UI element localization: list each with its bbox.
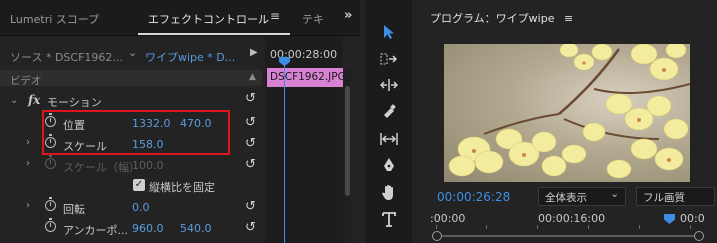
source-bar: ソース * DSCF1962... ⌄ ワイプwipe * D... ▶ (0, 46, 265, 66)
param-row-scale-width: › スケール（幅） 100.0 ↺ (0, 155, 262, 177)
sequence-clip[interactable]: ワイプwipe * D... (145, 49, 235, 65)
stopwatch-icon[interactable] (45, 218, 56, 232)
ruler-tick (436, 225, 437, 229)
scale-width-value: 100.0 (132, 159, 164, 172)
ruler-tick (486, 225, 487, 229)
pen-icon[interactable] (378, 157, 400, 179)
track-select-icon[interactable] (378, 51, 400, 73)
play-icon[interactable]: ▶ (250, 47, 258, 58)
active-tab-underline (138, 33, 290, 35)
ruler-tick (639, 225, 640, 229)
video-frame-image (448, 44, 690, 179)
zoom-scroll-left-knob[interactable] (432, 231, 442, 241)
slip-icon[interactable] (378, 131, 400, 153)
tab-lumetri-scopes[interactable]: Lumetri スコープ (10, 11, 99, 27)
anchor-y-value[interactable]: 540.0 (180, 222, 212, 235)
zoom-level-value: 全体表示 (545, 192, 587, 204)
monitor-zoom-scrollbar[interactable] (437, 235, 699, 237)
program-monitor-title-text: プログラム：ワイプwipe (430, 12, 555, 25)
annotation-highlight-box (42, 110, 230, 155)
hand-icon[interactable] (378, 184, 400, 206)
uniform-scale-label: 縦横比を固定 (149, 181, 215, 194)
program-monitor-title: プログラム：ワイプwipe ≡ (430, 10, 573, 26)
chevron-right-icon[interactable]: › (26, 137, 30, 148)
reset-icon[interactable]: ↺ (245, 199, 256, 214)
chevron-down-icon[interactable]: ⌄ (128, 46, 137, 59)
fx-toggle-icon[interactable]: fx (28, 93, 40, 107)
param-name-scale-width: スケール（幅） (63, 161, 140, 174)
ruler-tick (690, 225, 691, 229)
collapse-up-icon[interactable]: ▲ (249, 72, 256, 82)
param-name-rotation: 回転 (63, 203, 85, 216)
ruler-label-end: 00:0 (680, 212, 705, 225)
reset-icon[interactable]: ↺ (245, 220, 256, 235)
motion-disclosure-icon[interactable]: ⌄ (10, 95, 18, 106)
source-master-clip[interactable]: ソース * DSCF1962... (10, 49, 123, 65)
reset-icon[interactable]: ↺ (245, 157, 256, 172)
effect-controls-panel: Lumetri スコープ エフェクトコントロール ≡ テキ » ソース * DS… (0, 0, 360, 243)
param-row-anchor: アンカーポ... 960.0 540.0 ↺ (0, 218, 262, 240)
anchor-x-value[interactable]: 960.0 (132, 222, 164, 235)
ruler-label-mid: 00:00:16:00 (538, 212, 606, 225)
razor-icon[interactable] (378, 104, 400, 126)
param-row-rotation: › 回転 0.0 ↺ (0, 197, 262, 219)
stopwatch-icon (45, 155, 56, 169)
chevron-right-icon[interactable]: › (26, 200, 30, 211)
selection-tool-icon[interactable] (378, 24, 400, 46)
tab-overflow-icon[interactable]: » (344, 8, 352, 23)
chevron-right-icon[interactable]: › (26, 158, 30, 169)
video-section-label: ビデオ (10, 75, 42, 87)
motion-reset-icon[interactable]: ↺ (245, 91, 256, 106)
uniform-scale-checkbox[interactable]: ✓ (133, 179, 145, 191)
playback-resolution-value: フル画質 (643, 192, 685, 204)
timeline-clip[interactable]: DSCF1962.JPG (267, 68, 343, 87)
scrollbar-thumb[interactable] (345, 86, 350, 196)
program-timecode[interactable]: 00:00:26:28 (437, 190, 510, 204)
reset-icon[interactable]: ↺ (245, 136, 256, 151)
rotation-value[interactable]: 0.0 (132, 201, 150, 214)
reset-icon[interactable]: ↺ (245, 115, 256, 130)
playhead-line (284, 65, 285, 243)
video-preview (444, 44, 690, 182)
ripple-edit-icon[interactable] (378, 77, 400, 99)
ruler-label-start: :00:00 (430, 212, 466, 225)
monitor-menu-icon[interactable]: ≡ (564, 12, 573, 25)
stopwatch-icon[interactable] (45, 197, 56, 211)
zoom-scroll-right-knob[interactable] (694, 231, 704, 241)
tab-text[interactable]: テキ (302, 11, 324, 27)
ruler-tick (537, 225, 538, 229)
param-name-anchor: アンカーポ... (63, 224, 129, 237)
motion-effect-label: モーション (47, 96, 102, 109)
zoom-level-dropdown[interactable]: 全体表示 ⌄ (538, 187, 626, 206)
panel-tab-bar: Lumetri スコープ エフェクトコントロール ≡ テキ » (0, 0, 360, 36)
tab-effect-controls[interactable]: エフェクトコントロール (148, 11, 269, 27)
panel-menu-icon[interactable]: ≡ (270, 9, 280, 23)
ruler-tick (588, 225, 589, 229)
type-icon[interactable] (378, 211, 400, 233)
chevron-down-icon: ⌄ (610, 188, 619, 200)
playback-resolution-dropdown[interactable]: フル画質 (636, 187, 715, 206)
